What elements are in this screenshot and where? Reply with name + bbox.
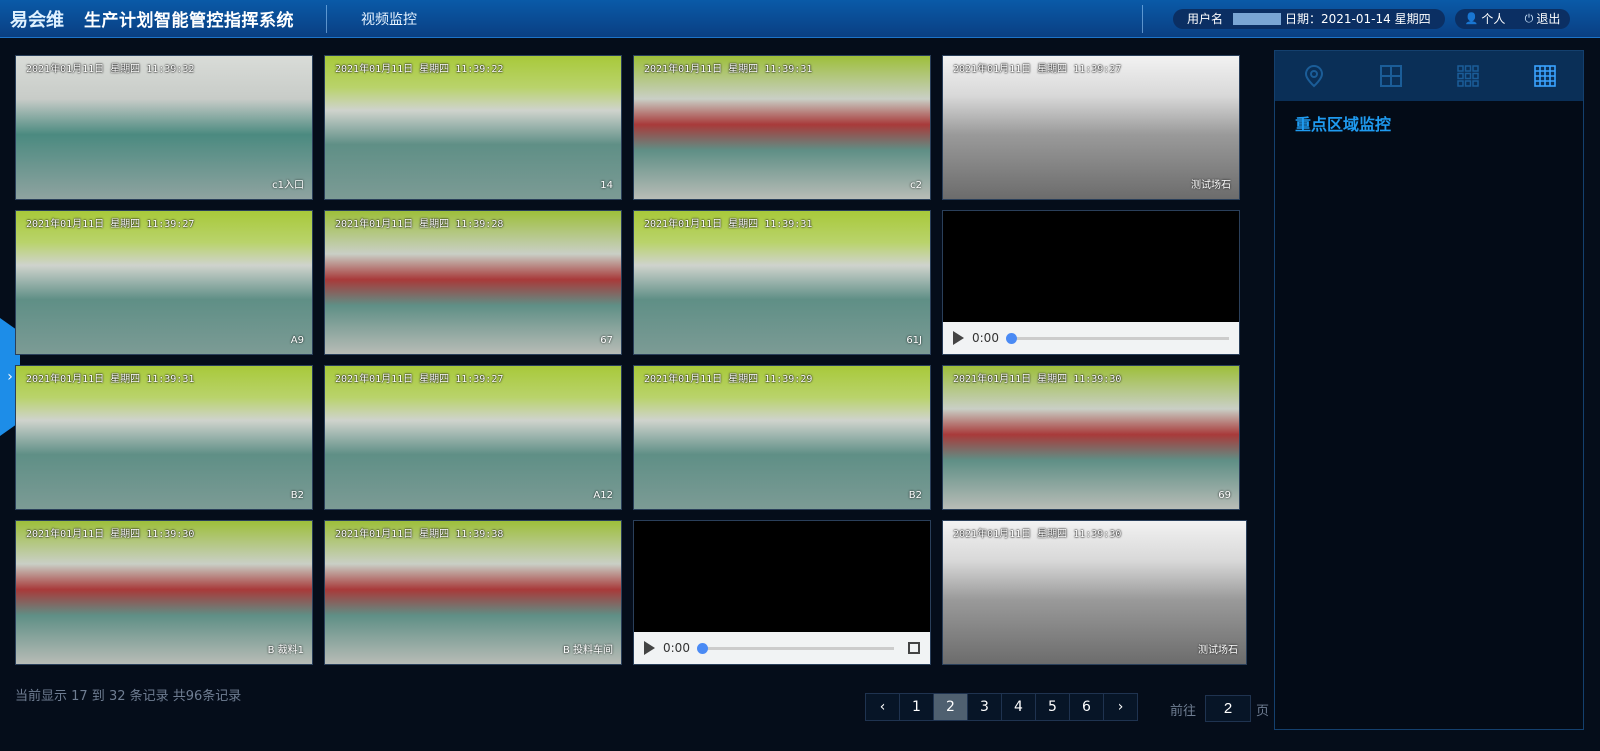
video-timestamp: 2021年01月11日 星期四 11:39:30 [953, 529, 1122, 540]
date-label: 日期：2021-01-14 星期四 [1285, 12, 1431, 26]
camera-label: 14 [600, 180, 613, 191]
seek-bar[interactable] [696, 642, 894, 654]
video-player-controls: 0:00 [943, 322, 1239, 354]
video-timestamp: 2021年01月11日 星期四 11:39:29 [644, 374, 813, 385]
camera-label: B2 [290, 490, 304, 501]
playback-time: 0:00 [663, 641, 690, 655]
grid-16-icon[interactable] [1531, 62, 1559, 90]
video-tile[interactable]: 2021年01月11日 星期四 11:39:27 A9 [15, 210, 313, 355]
video-tile[interactable]: 0:00 [633, 520, 931, 665]
profile-button[interactable]: 👤 个人 [1465, 10, 1506, 27]
video-tile[interactable]: 2021年01月11日 星期四 11:39:31 61J [633, 210, 931, 355]
video-timestamp: 2021年01月11日 星期四 11:39:31 [26, 374, 195, 385]
page-4-button[interactable]: 4 [1001, 693, 1036, 721]
page-unit-label: 页 [1256, 704, 1270, 719]
grid-9-icon[interactable] [1454, 62, 1482, 90]
video-tile[interactable]: 2021年01月11日 星期四 11:39:22 14 [324, 55, 622, 200]
profile-label: 个人 [1481, 12, 1506, 26]
seek-handle[interactable] [1005, 332, 1017, 344]
seek-bar[interactable] [1005, 332, 1229, 344]
user-label: 用户名 [1187, 12, 1224, 26]
page-5-button[interactable]: 5 [1035, 693, 1070, 721]
video-timestamp: 2021年01月11日 星期四 11:39:31 [644, 64, 813, 75]
video-tile[interactable]: 0:00 [942, 210, 1240, 355]
app-logo: 易会维 [10, 9, 64, 31]
page-2-button[interactable]: 2 [933, 693, 968, 721]
location-icon[interactable] [1300, 62, 1328, 90]
video-player-controls: 0:00 [634, 632, 930, 664]
video-tile[interactable]: 2021年01月11日 星期四 11:39:30 测试场石 [942, 520, 1247, 665]
grid-4-icon[interactable] [1377, 62, 1405, 90]
username-masked [1233, 12, 1282, 25]
fullscreen-icon[interactable] [908, 642, 920, 654]
goto-page-input[interactable] [1205, 695, 1251, 722]
play-icon[interactable] [644, 641, 655, 655]
logout-button[interactable]: ⏻ 退出 [1525, 10, 1561, 27]
video-tile[interactable]: 2021年01月11日 星期四 11:39:27 测试场石 [942, 55, 1240, 200]
app-header: 易会维 生产计划智能管控指挥系统 视频监控 用户名 日期：2021-01-14 … [0, 0, 1600, 38]
power-icon: ⏻ [1524, 11, 1534, 25]
video-tile[interactable]: 2021年01月11日 星期四 11:39:28 67 [324, 210, 622, 355]
camera-label: 61J [906, 335, 922, 346]
video-tile[interactable]: 2021年01月11日 星期四 11:39:30 69 [942, 365, 1240, 510]
video-tile[interactable]: 2021年01月11日 星期四 11:39:32 c1入口 [15, 55, 313, 200]
page-1-button[interactable]: 1 [899, 693, 934, 721]
camera-label: B 裁料1 [267, 645, 304, 656]
video-tile[interactable]: 2021年01月11日 星期四 11:39:29 B2 [633, 365, 931, 510]
camera-label: A9 [290, 335, 304, 346]
video-tile[interactable]: 2021年01月11日 星期四 11:39:30 B 裁料1 [15, 520, 313, 665]
camera-label: A12 [593, 490, 613, 501]
prev-page-button[interactable]: ‹ [865, 693, 900, 721]
camera-label: B 投料车间 [562, 645, 613, 656]
page-6-button[interactable]: 6 [1069, 693, 1104, 721]
pagination: ‹ 1 2 3 4 5 6 › [865, 693, 1138, 721]
video-timestamp: 2021年01月11日 星期四 11:39:38 [335, 529, 504, 540]
right-panel: 重点区域监控 [1274, 50, 1584, 730]
logout-label: 退出 [1536, 12, 1561, 26]
video-timestamp: 2021年01月11日 星期四 11:39:30 [26, 529, 195, 540]
layout-tabs [1275, 51, 1583, 101]
seek-handle[interactable] [696, 642, 708, 654]
camera-label: 测试场石 [1198, 645, 1238, 656]
user-icon: 👤 [1464, 12, 1479, 25]
header-divider [1142, 4, 1143, 33]
video-timestamp: 2021年01月11日 星期四 11:39:27 [335, 374, 504, 385]
video-tile[interactable]: 2021年01月11日 星期四 11:39:27 A12 [324, 365, 622, 510]
video-timestamp: 2021年01月11日 星期四 11:39:30 [953, 374, 1122, 385]
system-title: 生产计划智能管控指挥系统 [84, 11, 294, 31]
camera-label: 67 [600, 335, 613, 346]
camera-label: B2 [908, 490, 922, 501]
video-timestamp: 2021年01月11日 星期四 11:39:32 [26, 64, 195, 75]
camera-label: 69 [1218, 490, 1231, 501]
video-timestamp: 2021年01月11日 星期四 11:39:27 [26, 219, 195, 230]
video-grid: 2021年01月11日 星期四 11:39:32 c1入口 2021年01月11日 … [15, 55, 1270, 675]
camera-label: c2 [910, 180, 922, 191]
video-timestamp: 2021年01月11日 星期四 11:39:22 [335, 64, 504, 75]
camera-label: c1入口 [272, 180, 304, 191]
playback-time: 0:00 [972, 331, 999, 345]
video-tile[interactable]: 2021年01月11日 星期四 11:39:31 c2 [633, 55, 931, 200]
module-title: 视频监控 [361, 11, 417, 28]
camera-label: 测试场石 [1191, 180, 1231, 191]
video-timestamp: 2021年01月11日 星期四 11:39:28 [335, 219, 504, 230]
record-summary: 当前显示 17 到 32 条记录 共96条记录 [15, 689, 242, 704]
page-3-button[interactable]: 3 [967, 693, 1002, 721]
panel-title: 重点区域监控 [1295, 115, 1392, 134]
video-tile[interactable]: 2021年01月11日 星期四 11:39:38 B 投料车间 [324, 520, 622, 665]
user-info: 用户名 日期：2021-01-14 星期四 [1173, 8, 1445, 29]
user-menu: 👤 个人 ⏻ 退出 [1455, 8, 1570, 29]
play-icon[interactable] [953, 331, 964, 345]
next-page-button[interactable]: › [1103, 693, 1138, 721]
video-timestamp: 2021年01月11日 星期四 11:39:27 [953, 64, 1122, 75]
video-tile[interactable]: 2021年01月11日 星期四 11:39:31 B2 [15, 365, 313, 510]
goto-label: 前往 [1170, 704, 1197, 719]
header-divider [326, 4, 327, 33]
video-timestamp: 2021年01月11日 星期四 11:39:31 [644, 219, 813, 230]
